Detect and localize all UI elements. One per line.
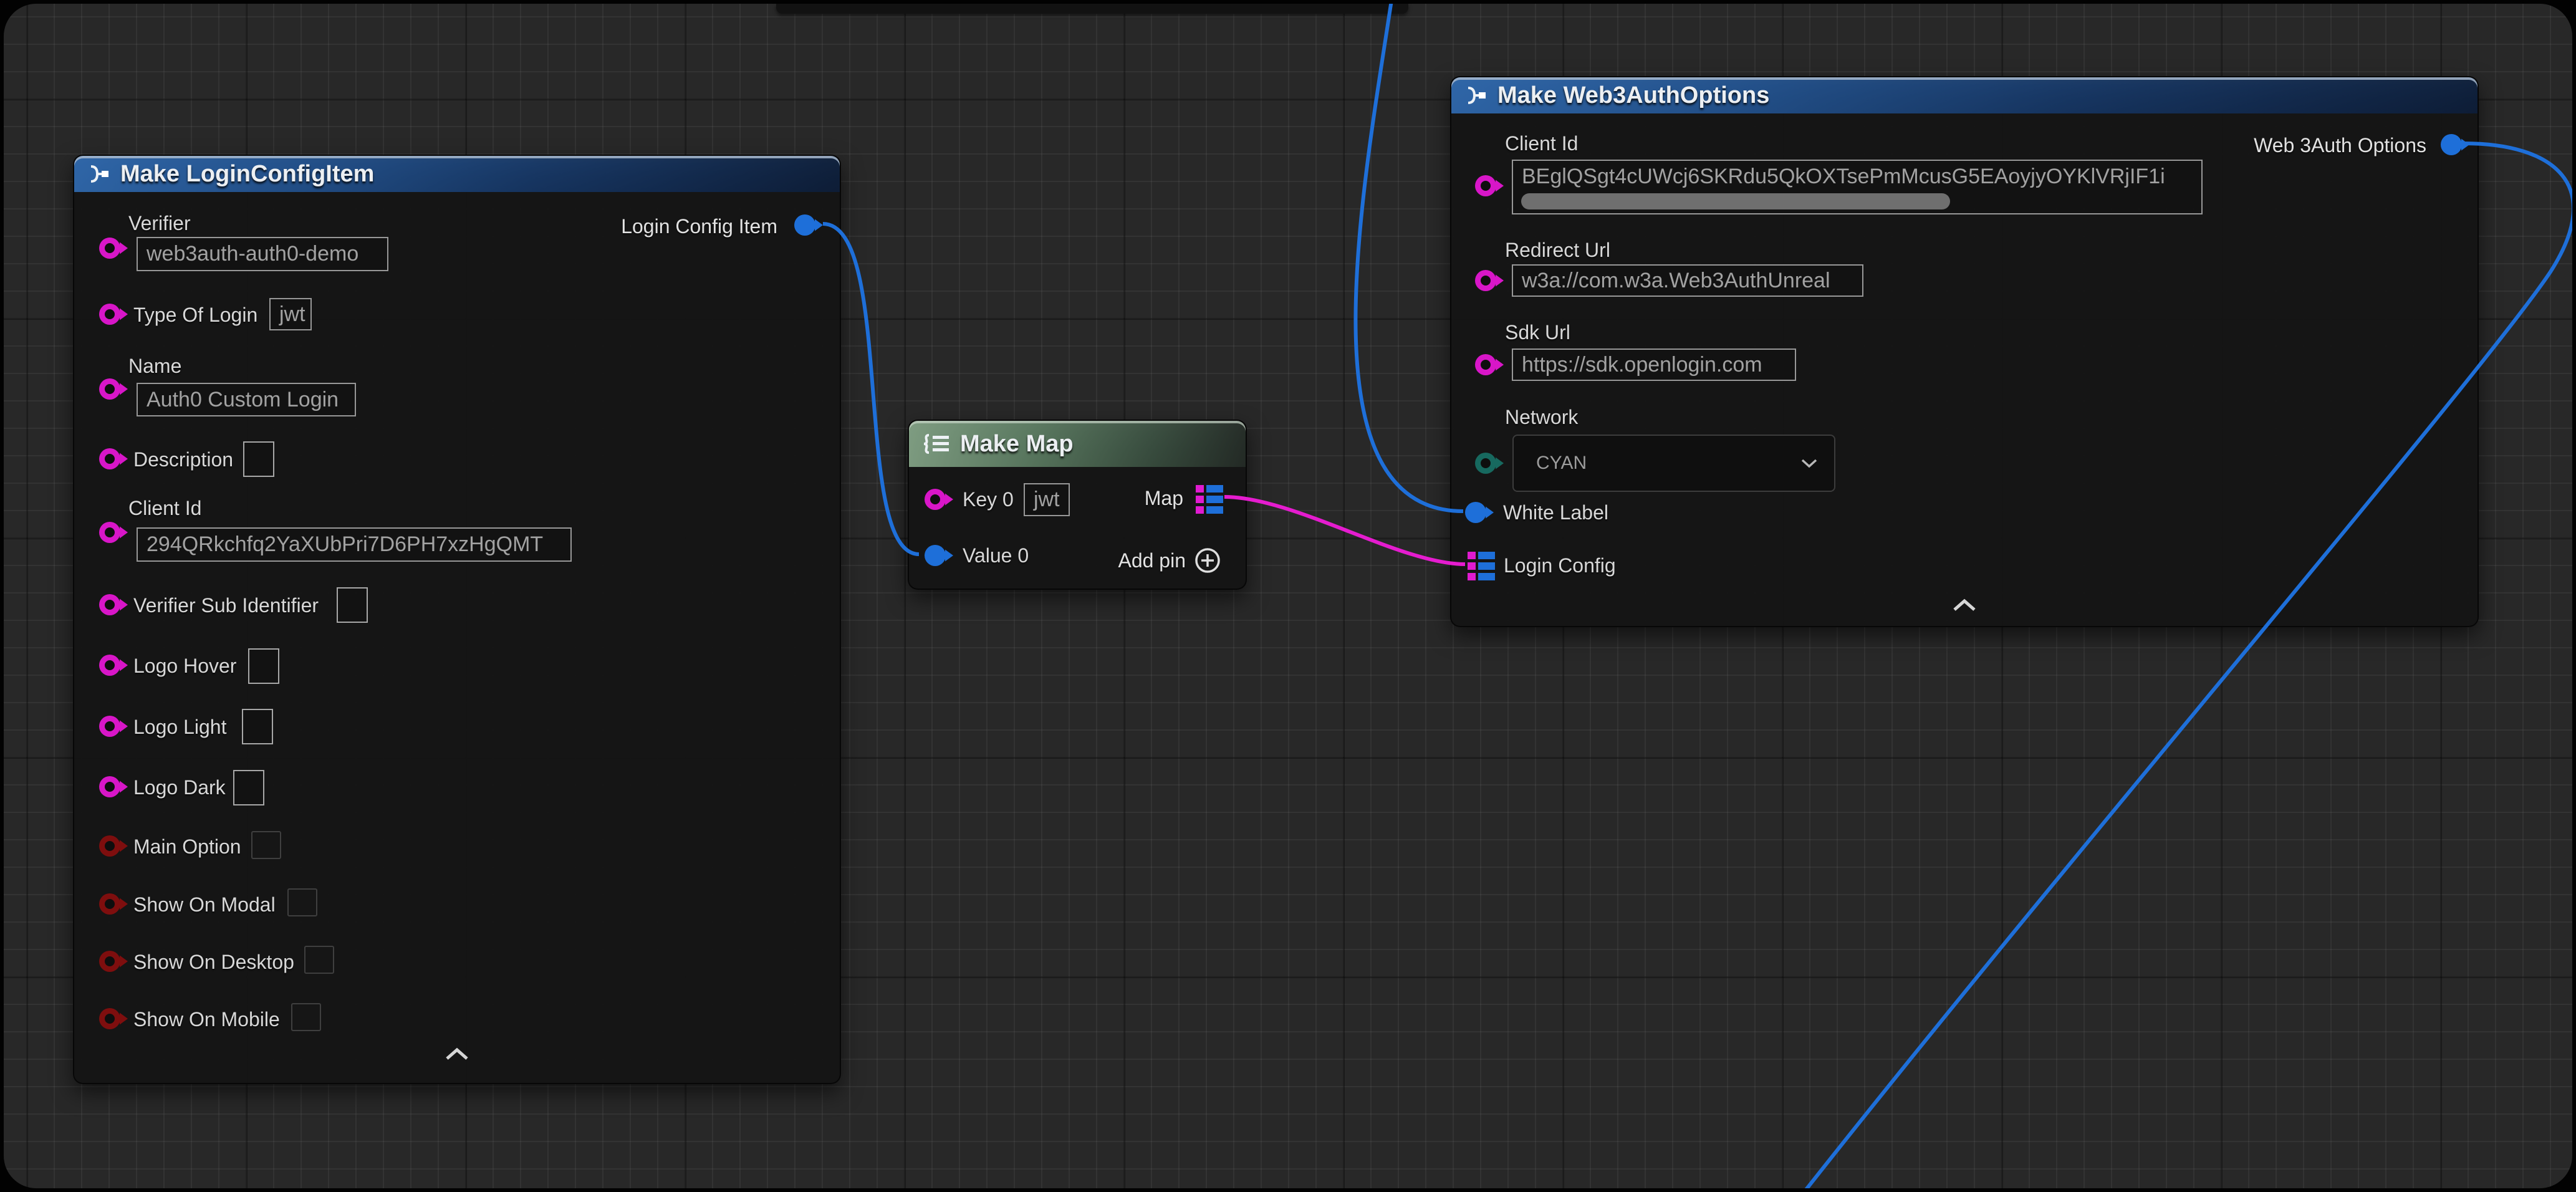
key-0-pin[interactable]	[925, 489, 946, 510]
logo-hover-pin[interactable]	[99, 655, 120, 676]
logo-light-input[interactable]	[242, 709, 273, 744]
description-label: Description	[133, 449, 233, 470]
logo-dark-label: Logo Dark	[133, 777, 226, 798]
login-config-label: Login Config	[1504, 555, 1616, 576]
show-on-modal-pin[interactable]	[99, 893, 120, 915]
collapse-chevron-icon[interactable]	[1952, 598, 1977, 612]
node-title: Make Map	[960, 431, 1074, 458]
show-on-desktop-pin[interactable]	[99, 951, 120, 972]
output-pin-login-config-item[interactable]	[794, 214, 815, 236]
client-id-label: Client Id	[128, 497, 201, 519]
verifier-sub-identifier-input[interactable]	[337, 587, 368, 623]
redirect-url-input[interactable]: w3a://com.w3a.Web3AuthUnreal	[1512, 264, 1863, 297]
value-0-label: Value 0	[963, 545, 1029, 566]
offscreen-node-edge	[776, 4, 1408, 14]
login-config-pin[interactable]	[1468, 552, 1495, 580]
network-pin[interactable]	[1475, 453, 1496, 474]
make-struct-icon	[88, 163, 110, 185]
node-header[interactable]: Make LoginConfigItem	[74, 156, 840, 192]
make-map-icon	[923, 433, 950, 455]
logo-dark-pin[interactable]	[99, 776, 120, 797]
name-label: Name	[128, 355, 181, 377]
sdk-url-label: Sdk Url	[1505, 322, 1570, 343]
verifier-label: Verifier	[128, 213, 191, 234]
client-id-pin[interactable]	[1475, 175, 1496, 196]
name-input[interactable]: Auth0 Custom Login	[137, 383, 356, 416]
add-pin-icon[interactable]	[1193, 546, 1222, 575]
window-frame: Make LoginConfigItem Login Config Item V…	[0, 0, 2576, 1192]
main-option-pin[interactable]	[99, 835, 120, 857]
show-on-desktop-checkbox[interactable]	[304, 946, 334, 974]
map-output-label: Map	[1145, 488, 1183, 509]
value-0-pin[interactable]	[925, 545, 946, 566]
node-make-map[interactable]: Make Map Key 0 jwt Map Value 0 Add pin	[908, 420, 1247, 590]
node-make-loginconfigitem[interactable]: Make LoginConfigItem Login Config Item V…	[73, 155, 841, 1084]
verifier-input[interactable]: web3auth-auth0-demo	[137, 237, 388, 271]
blueprint-graph-canvas[interactable]: Make LoginConfigItem Login Config Item V…	[4, 4, 2572, 1188]
show-on-modal-label: Show On Modal	[133, 894, 276, 915]
show-on-mobile-label: Show On Mobile	[133, 1009, 280, 1030]
node-header[interactable]: Make Web3AuthOptions	[1451, 77, 2477, 113]
redirect-url-pin[interactable]	[1475, 270, 1496, 291]
show-on-mobile-pin[interactable]	[99, 1008, 120, 1029]
type-of-login-input[interactable]: jwt	[269, 298, 312, 330]
client-id-scrollbar[interactable]	[1521, 193, 1950, 209]
client-id-pin[interactable]	[99, 522, 120, 543]
node-title: Make LoginConfigItem	[120, 161, 374, 188]
output-pin-label: Login Config Item	[621, 216, 777, 237]
client-id-input[interactable]: 294QRkchfq2YaXUbPri7D6PH7xzHgQMT	[137, 527, 572, 562]
network-dropdown[interactable]: CYAN	[1512, 435, 1835, 492]
network-label: Network	[1505, 406, 1578, 428]
redirect-url-label: Redirect Url	[1505, 239, 1610, 261]
key-0-input[interactable]: jwt	[1024, 483, 1070, 516]
sdk-url-input[interactable]: https://sdk.openlogin.com	[1512, 348, 1796, 381]
sdk-url-pin[interactable]	[1475, 354, 1496, 375]
wire-map-to-loginconfig	[1224, 497, 1465, 564]
type-of-login-label: Type Of Login	[133, 304, 257, 325]
description-pin[interactable]	[99, 448, 120, 469]
node-header[interactable]: Make Map	[909, 421, 1246, 467]
chevron-down-icon	[1800, 458, 1818, 468]
verifier-sub-identifier-pin[interactable]	[99, 594, 120, 615]
output-pin-label: Web 3Auth Options	[2254, 135, 2426, 156]
logo-hover-input[interactable]	[248, 648, 279, 684]
white-label-label: White Label	[1503, 502, 1608, 523]
main-option-checkbox[interactable]	[251, 831, 281, 859]
node-make-web3authoptions[interactable]: Make Web3AuthOptions Web 3Auth Options C…	[1450, 76, 2479, 627]
verifier-pin[interactable]	[99, 238, 120, 259]
key-0-label: Key 0	[963, 489, 1014, 510]
show-on-desktop-label: Show On Desktop	[133, 951, 294, 973]
make-struct-icon	[1465, 85, 1487, 106]
collapse-chevron-icon[interactable]	[445, 1047, 469, 1061]
add-pin-label[interactable]: Add pin	[1118, 550, 1186, 571]
client-id-label: Client Id	[1505, 133, 1578, 154]
type-of-login-pin[interactable]	[99, 304, 120, 325]
description-input[interactable]	[243, 441, 274, 477]
main-option-label: Main Option	[133, 836, 241, 857]
white-label-pin[interactable]	[1465, 502, 1486, 523]
logo-hover-label: Logo Hover	[133, 655, 236, 676]
logo-dark-input[interactable]	[233, 770, 264, 805]
verifier-sub-identifier-label: Verifier Sub Identifier	[133, 595, 319, 616]
node-title: Make Web3AuthOptions	[1497, 82, 1769, 109]
output-pin-web3auth-options[interactable]	[2441, 134, 2462, 155]
name-pin[interactable]	[99, 378, 120, 400]
wire-top-to-whitelabel	[1355, 4, 1463, 511]
logo-light-label: Logo Light	[133, 716, 226, 738]
map-output-pin[interactable]	[1196, 485, 1223, 514]
network-value: CYAN	[1536, 453, 1587, 474]
client-id-input[interactable]: BEglQSgt4cUWcj6SKRdu5QkOXTsePmMcusG5EAoy…	[1512, 160, 2203, 214]
logo-light-pin[interactable]	[99, 716, 120, 737]
show-on-modal-checkbox[interactable]	[287, 888, 317, 916]
show-on-mobile-checkbox[interactable]	[291, 1003, 321, 1031]
client-id-value: BEglQSgt4cUWcj6SKRdu5QkOXTsePmMcusG5EAoy…	[1522, 165, 2165, 189]
